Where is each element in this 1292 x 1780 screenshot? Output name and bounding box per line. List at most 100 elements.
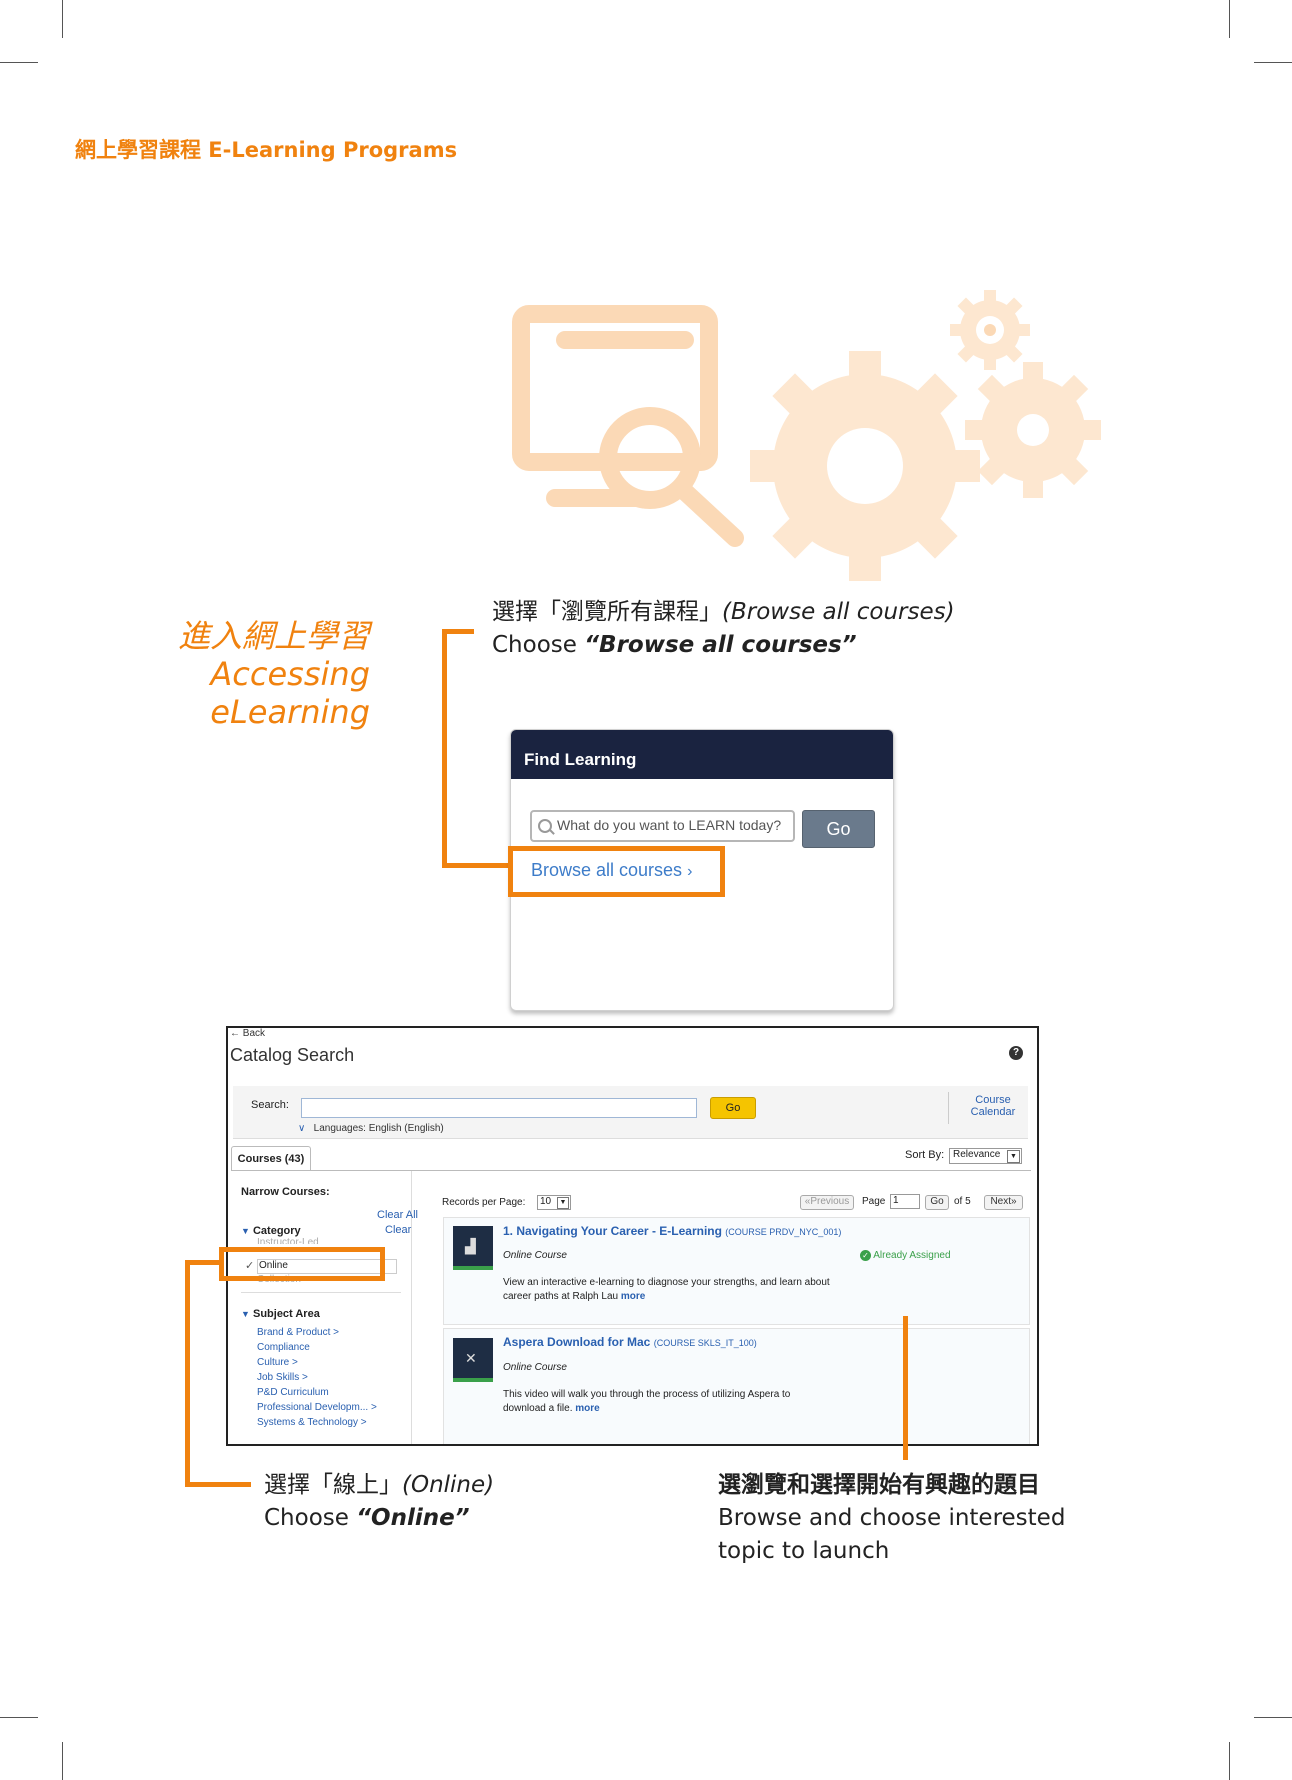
course-calendar-line1: Course [975,1094,1011,1106]
step2-zh-line: 選擇「線上」(Online) [264,1469,494,1502]
step1-zh-line: 選擇「瀏覽所有課程」(Browse all courses) [492,596,955,629]
clear-all-link[interactable]: Clear All [377,1209,418,1221]
category-clear-link[interactable]: Clear [385,1224,411,1236]
learn-search-placeholder: What do you want to LEARN today? [557,817,782,833]
subject-label: Professional Developm... [257,1402,369,1413]
step1-zh-en: (Browse all courses) [722,599,955,625]
sort-select[interactable]: Relevance ▼ [949,1148,1022,1164]
step2-zh-en: (Online) [402,1472,495,1498]
course-desc-text: download a file. [503,1403,573,1414]
course-description: View an interactive e-learning to diagno… [503,1276,830,1304]
subject-area-heading[interactable]: ▼ Subject Area [241,1308,320,1320]
section-title-zh: 進入網上學習 [177,617,370,655]
course-calendar-link[interactable]: Course Calendar [958,1094,1028,1118]
previous-button[interactable]: «Previous [800,1195,854,1210]
learn-go-button[interactable]: Go [802,810,875,848]
course-thumbnail: ✕ [453,1338,493,1382]
subject-list: Brand & Product > Compliance Culture > J… [257,1325,377,1430]
subject-item[interactable]: Compliance [257,1340,377,1355]
subject-label: Culture [257,1357,290,1368]
sort-by-label: Sort By: [905,1149,945,1161]
browse-highlight-box [508,846,725,897]
subject-area-label: Subject Area [252,1308,320,1320]
crop-mark-bl-h [0,1717,38,1718]
languages-label: Languages: English (English) [313,1123,444,1134]
course-desc-line2: career paths at Ralph Lau more [503,1290,830,1304]
course-title-link[interactable]: Aspera Download for Mac (COURSE SKLS_IT_… [503,1335,757,1349]
course-desc-line2: download a file. more [503,1402,790,1416]
step3-caption: 選瀏覽和選擇開始有興趣的題目 Browse and choose interes… [718,1469,1065,1568]
check-circle-icon: ✓ [860,1250,871,1261]
crop-mark-tr-h [1254,62,1292,63]
course-title: Aspera Download for Mac [503,1335,651,1349]
section-title-line3: eLearning [210,693,370,731]
course-desc-line1: View an interactive e-learning to diagno… [503,1277,830,1288]
dropdown-arrow-icon: ▼ [557,1197,569,1209]
find-learning-title: Find Learning [511,730,893,779]
chevron-down-icon: ∨ [298,1123,306,1134]
step2-zh: 選擇「線上」 [264,1472,402,1498]
page-go-button[interactable]: Go [925,1195,949,1210]
step1-en-line: Choose “Browse all courses” [492,629,955,662]
step1-caption: 選擇「瀏覽所有課程」(Browse all courses) Choose “B… [492,596,955,662]
subject-label: Brand & Product [257,1327,331,1338]
step2-en-line: Choose “Online” [264,1502,494,1535]
category-option-above[interactable]: Instructor-Led [257,1237,319,1244]
category-heading[interactable]: ▼ Category [241,1225,301,1237]
step1-zh: 選擇「瀏覽所有課程」 [492,599,722,625]
step2-caption: 選擇「線上」(Online) Choose “Online” [264,1469,494,1535]
step2-bold: “Online” [356,1505,470,1531]
course-code: (COURSE SKLS_IT_100) [653,1338,757,1348]
course-title-link[interactable]: 1. Navigating Your Career - E-Learning (… [503,1224,841,1238]
more-link[interactable]: more [575,1403,599,1414]
subject-label: Systems & Technology [257,1417,358,1428]
page-header-title: 網上學習課程 E-Learning Programs [75,138,458,162]
step2-choose: Choose [264,1505,357,1531]
step1-choose: Choose [492,632,585,658]
catalog-go-button[interactable]: Go [710,1097,756,1119]
subject-item[interactable]: P&D Curriculum [257,1385,377,1400]
course-type: Online Course [503,1250,567,1261]
back-link[interactable]: ← Back [230,1028,265,1039]
step2-connector-vertical [185,1260,190,1487]
section-title: 進入網上學習 Accessing eLearning [150,617,370,731]
course-desc-text: career paths at Ralph Lau [503,1291,619,1302]
help-icon[interactable]: ? [1009,1046,1023,1060]
step1-connector-vertical [442,629,447,868]
elearning-illustration-icon [512,290,1101,581]
step2-connector-bottom [185,1482,251,1487]
category-label: Category [252,1225,301,1237]
learn-search-input[interactable]: What do you want to LEARN today? [530,810,795,842]
catalog-search-input[interactable] [301,1098,697,1118]
subject-item[interactable]: Systems & Technology > [257,1415,377,1430]
step1-connector-bottom [442,863,508,868]
page-count: of 5 [954,1196,971,1207]
courses-tab[interactable]: Courses (43) [231,1146,311,1171]
records-per-page-select[interactable]: 10 ▼ [537,1195,571,1210]
step1-bold: “Browse all courses” [584,632,857,658]
dropdown-arrow-icon: ▼ [1007,1150,1020,1163]
records-per-page-value: 10 [540,1196,552,1207]
course-calendar-line2: Calendar [970,1106,1016,1118]
subject-label: Compliance [257,1342,310,1353]
course-code: (COURSE PRDV_NYC_001) [725,1227,842,1237]
page-label: Page [862,1196,886,1207]
next-button[interactable]: Next» [984,1195,1023,1210]
page-input[interactable]: 1 [890,1194,920,1209]
subject-label: P&D Curriculum [257,1387,329,1398]
step3-zh: 選瀏覽和選擇開始有興趣的題目 [718,1472,1040,1498]
calendar-divider [948,1092,949,1124]
languages-filter[interactable]: ∨ Languages: English (English) [298,1123,444,1134]
crop-mark-bl-v [62,1742,63,1780]
course-description: This video will walk you through the pro… [503,1388,790,1416]
subject-item[interactable]: Job Skills > [257,1370,377,1385]
more-link[interactable]: more [621,1291,645,1302]
crop-mark-br-h [1254,1717,1292,1718]
subject-item[interactable]: Brand & Product > [257,1325,377,1340]
search-icon [538,819,552,833]
subject-item[interactable]: Professional Developm... > [257,1400,377,1415]
course-desc-line1: This video will walk you through the pro… [503,1389,791,1400]
subject-label: Job Skills [257,1372,300,1383]
step3-line1: Browse and choose interested [718,1505,1066,1531]
subject-item[interactable]: Culture > [257,1355,377,1370]
